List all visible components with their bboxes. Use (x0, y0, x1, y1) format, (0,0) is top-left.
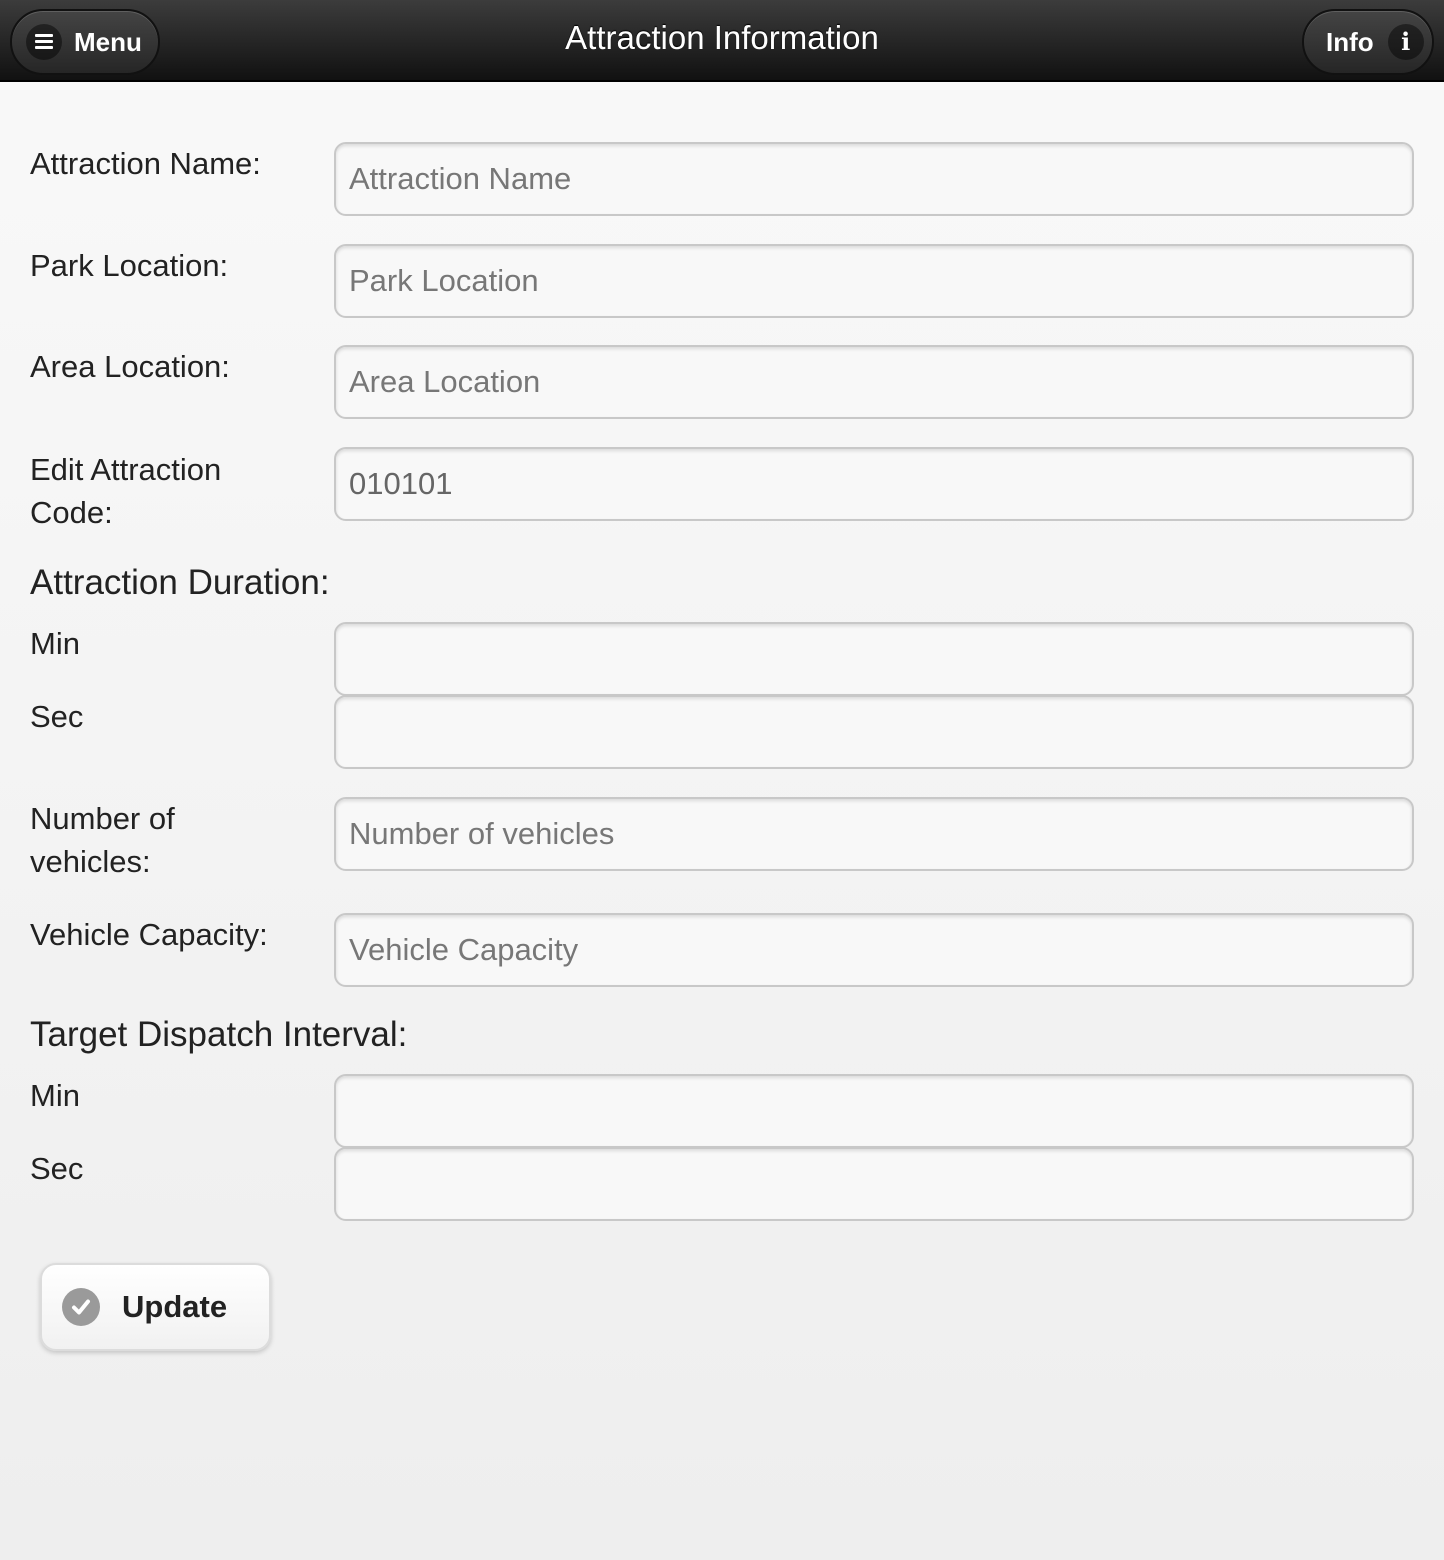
attraction-name-label: Attraction Name: (30, 146, 261, 181)
duration-sec-label: Sec (30, 699, 84, 734)
duration-min-input[interactable] (334, 622, 1414, 696)
vehicle-capacity-input[interactable] (334, 913, 1414, 987)
dispatch-sec-label: Sec (30, 1151, 84, 1186)
vehicle-capacity-label: Vehicle Capacity: (30, 917, 268, 952)
info-button-label: Info (1326, 26, 1374, 57)
park-location-input[interactable] (334, 244, 1414, 318)
dispatch-sec-input[interactable] (334, 1147, 1414, 1221)
page-title: Attraction Information (565, 19, 879, 56)
num-vehicles-input[interactable] (334, 797, 1414, 871)
info-icon: i (1387, 24, 1424, 60)
area-location-label: Area Location: (30, 349, 230, 384)
dispatch-interval-heading: Target Dispatch Interval: (30, 1015, 408, 1054)
num-vehicles-label: Number of vehicles: (30, 801, 175, 879)
update-button[interactable]: Update (40, 1263, 271, 1351)
update-button-label: Update (122, 1289, 228, 1324)
attraction-code-input[interactable] (334, 447, 1414, 521)
area-location-input[interactable] (334, 345, 1414, 419)
attraction-name-input[interactable] (334, 142, 1414, 216)
dispatch-min-label: Min (30, 1078, 80, 1113)
duration-min-label: Min (30, 626, 80, 661)
attraction-code-label: Edit Attraction Code: (30, 452, 222, 530)
check-icon (62, 1288, 100, 1326)
info-button[interactable]: Info i (1302, 9, 1434, 75)
header-bar: Menu Attraction Information Info i (0, 0, 1444, 82)
park-location-label: Park Location: (30, 248, 229, 283)
duration-sec-input[interactable] (334, 695, 1414, 769)
attraction-duration-heading: Attraction Duration: (30, 563, 330, 602)
dispatch-min-input[interactable] (334, 1074, 1414, 1148)
